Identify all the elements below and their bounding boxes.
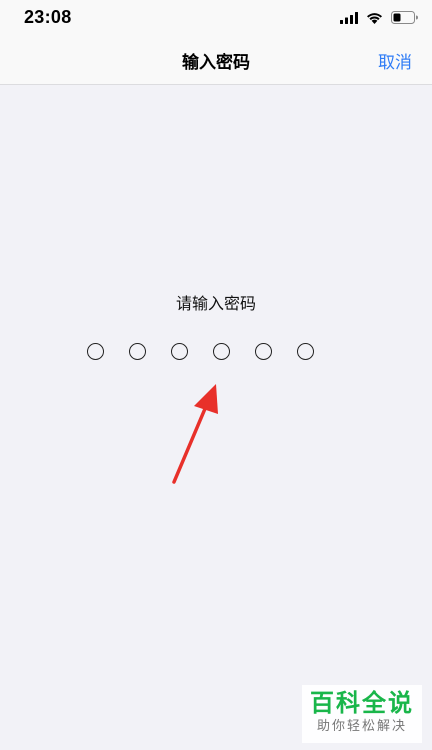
battery-icon [391, 9, 418, 28]
cancel-button[interactable]: 取消 [378, 48, 412, 73]
status-time: 23:08 [24, 7, 72, 27]
wifi-icon [366, 9, 383, 28]
status-bar: 23:08 [0, 0, 432, 36]
passcode-prompt: 请输入密码 [175, 294, 256, 313]
passcode-digit-1 [87, 343, 104, 360]
passcode-digit-6 [297, 343, 314, 360]
passcode-digit-3 [171, 343, 188, 360]
watermark-title: 百科全说 [310, 689, 414, 717]
page-title: 输入密码 [182, 53, 250, 73]
watermark-logo: 百科全说 助你轻松解决 [302, 685, 422, 743]
status-icons [340, 9, 418, 28]
watermark-subtitle: 助你轻松解决 [316, 719, 407, 734]
cellular-signal-icon [340, 9, 358, 28]
nav-bar: 输入密码 取消 [0, 36, 432, 85]
passcode-digit-5 [255, 343, 272, 360]
passcode-digit-2 [129, 343, 146, 360]
passcode-input[interactable] [87, 343, 314, 360]
passcode-digit-4 [213, 343, 230, 360]
annotation-arrow-icon [160, 378, 230, 492]
